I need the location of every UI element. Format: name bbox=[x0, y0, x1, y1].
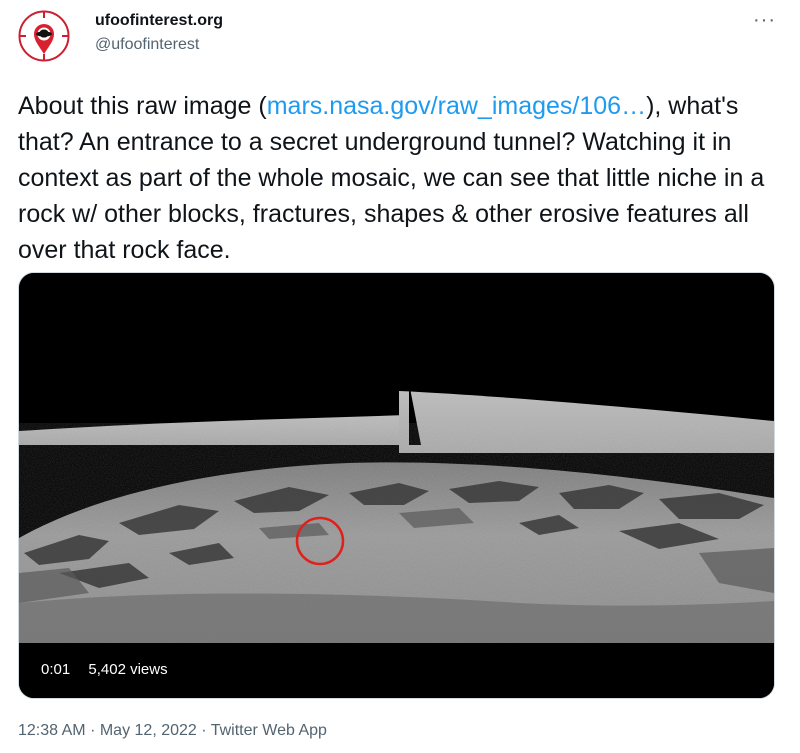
tweet-timestamp: 12:38 AM · May 12, 2022 · Twitter Web Ap… bbox=[18, 722, 327, 740]
video-views: 5,402 views bbox=[88, 661, 168, 678]
video-time: 0:01 bbox=[41, 661, 71, 678]
avatar[interactable] bbox=[18, 10, 70, 62]
tweet-source[interactable]: Twitter Web App bbox=[211, 722, 327, 739]
separator: · bbox=[201, 722, 207, 739]
tweet-time[interactable]: 12:38 AM bbox=[18, 722, 86, 739]
tweet-link[interactable]: mars.nasa.gov/raw_images/106… bbox=[267, 92, 646, 120]
tweet-date[interactable]: May 12, 2022 bbox=[100, 722, 197, 739]
video-meta: 0:01 5,402 views bbox=[41, 661, 182, 678]
separator: · bbox=[90, 722, 96, 739]
video-frame bbox=[19, 273, 774, 698]
more-icon[interactable]: ··· bbox=[753, 10, 776, 30]
ufo-logo-icon bbox=[18, 10, 70, 62]
video-player[interactable]: 0:01 5,402 views bbox=[18, 272, 775, 699]
account-name[interactable]: ufoofinterest.org bbox=[95, 12, 223, 30]
account-handle[interactable]: @ufoofinterest bbox=[95, 36, 199, 54]
tweet-text: About this raw image (mars.nasa.gov/raw_… bbox=[18, 88, 778, 268]
tweet-text-before: About this raw image ( bbox=[18, 92, 267, 120]
